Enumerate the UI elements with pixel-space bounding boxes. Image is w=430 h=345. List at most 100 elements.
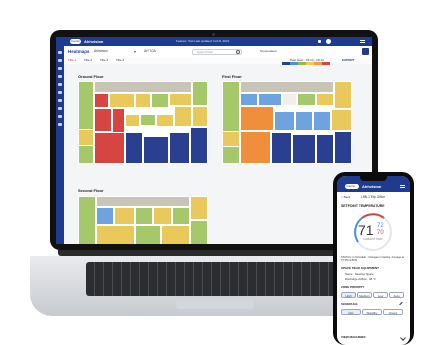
search-input[interactable]: Search floor: [197, 51, 213, 54]
room-zone[interactable]: [169, 92, 193, 106]
room-zone[interactable]: [331, 109, 352, 131]
floor-plan-second[interactable]: [78, 196, 208, 244]
room-zone[interactable]: [297, 92, 316, 106]
room-zone[interactable]: [294, 110, 313, 131]
room-zone[interactable]: [135, 92, 151, 108]
filter-chip[interactable]: Title 1: [68, 59, 76, 62]
list-icon[interactable]: [58, 91, 62, 94]
room-zone[interactable]: [189, 196, 208, 220]
equipment-name: Name · Meeting Space: [345, 272, 374, 276]
room-zone[interactable]: [96, 224, 136, 244]
room-zone[interactable]: [192, 105, 208, 128]
filter-button[interactable]: [362, 48, 369, 55]
room-zone[interactable]: [109, 92, 136, 108]
room-zone[interactable]: [93, 92, 110, 108]
room-zone[interactable]: [140, 114, 156, 126]
alert-icon[interactable]: [58, 75, 62, 78]
room-zone[interactable]: [169, 132, 190, 164]
schedule-option-occ[interactable]: Occ: [341, 309, 361, 315]
account-icon[interactable]: [58, 123, 62, 126]
room-zone[interactable]: [150, 92, 169, 108]
fan-option-low[interactable]: Low: [373, 292, 388, 298]
room-zone[interactable]: [333, 130, 352, 164]
building-icon[interactable]: [58, 83, 62, 86]
room-zone[interactable]: [315, 92, 334, 106]
temperature-toggle[interactable]: Temperature: [260, 50, 277, 53]
room-zone[interactable]: [78, 129, 94, 146]
room-zone[interactable]: [271, 132, 293, 164]
brand-logo: Carrier: [70, 39, 81, 44]
fan-option-medium[interactable]: Medium: [357, 292, 372, 298]
room-zone[interactable]: [93, 132, 125, 164]
edit-icon[interactable]: [399, 301, 403, 306]
room-zone[interactable]: [240, 92, 259, 106]
phone-menu-icon[interactable]: [400, 185, 405, 188]
room-zone[interactable]: [189, 220, 208, 244]
phone-brand-logo: Carrier: [345, 184, 359, 189]
room-zone[interactable]: [124, 132, 143, 164]
room-zone[interactable]: [192, 81, 208, 106]
schedule-option-unocc[interactable]: Unocc: [383, 309, 403, 315]
view-select[interactable]: Ahhvision: [94, 49, 108, 53]
room-zone[interactable]: [96, 196, 190, 207]
chart-icon[interactable]: [58, 67, 62, 70]
room-zone[interactable]: [114, 206, 136, 225]
room-zone[interactable]: [292, 134, 316, 164]
room-zone[interactable]: [174, 105, 193, 128]
fan-option-auto[interactable]: Auto: [389, 292, 404, 298]
home-icon[interactable]: [58, 51, 62, 54]
room-zone[interactable]: [161, 224, 190, 244]
filter-chip[interactable]: Title 2: [84, 59, 92, 62]
room-zone[interactable]: [135, 224, 162, 244]
room-zone[interactable]: [315, 134, 334, 164]
room-zone[interactable]: [313, 110, 332, 131]
floor-plan-ground[interactable]: [78, 81, 208, 164]
room-zone[interactable]: [135, 206, 154, 225]
legend-swatch: [314, 62, 322, 65]
floor-plan-first[interactable]: [222, 81, 352, 164]
room-zone[interactable]: [240, 130, 272, 164]
help-icon[interactable]: [58, 115, 62, 118]
export-button[interactable]: EXPORT: [342, 59, 354, 62]
calendar-icon[interactable]: [58, 99, 62, 102]
setpoint-low[interactable]: 70: [377, 230, 384, 236]
room-zone[interactable]: [333, 81, 352, 110]
equipment-title: SPACE PEAK EQUIPMENT: [341, 266, 379, 270]
map-icon[interactable]: [58, 59, 62, 62]
brand-name: Carrier: [71, 39, 81, 43]
room-zone[interactable]: [153, 206, 172, 225]
room-zone[interactable]: [240, 81, 334, 93]
menu-icon[interactable]: [360, 40, 365, 43]
room-zone[interactable]: [156, 114, 175, 128]
expand-icon[interactable]: [400, 335, 406, 341]
room-zone[interactable]: [274, 110, 295, 131]
setpoint-high[interactable]: 72: [377, 223, 384, 229]
room-zone[interactable]: [189, 127, 208, 164]
filter-chip[interactable]: Title 4: [116, 59, 124, 62]
room-zone[interactable]: [222, 130, 241, 148]
room-zone[interactable]: [78, 196, 97, 244]
metric-select[interactable]: AH TGA: [144, 49, 156, 53]
room-zone[interactable]: [124, 114, 141, 128]
search-field[interactable]: Search floor: [192, 48, 242, 55]
back-link[interactable]: < Back: [341, 196, 350, 199]
fan-option-high[interactable]: High: [341, 292, 356, 298]
room-zone[interactable]: [143, 135, 169, 164]
room-zone[interactable]: [240, 105, 274, 131]
app-header: Carrier Ahhvision Feature: Test Last upd…: [56, 37, 372, 46]
legend-swatch: [298, 62, 306, 65]
room-zone[interactable]: [78, 81, 94, 164]
room-zone[interactable]: [222, 81, 241, 164]
user-avatar[interactable]: [326, 39, 331, 44]
room-zone[interactable]: [93, 107, 112, 133]
room-zone[interactable]: [93, 81, 193, 93]
schedule-option-standby[interactable]: Standby: [362, 309, 382, 315]
search-icon[interactable]: [236, 50, 240, 54]
room-zone[interactable]: [171, 206, 190, 225]
filter-chip[interactable]: Title 3: [100, 59, 108, 62]
room-zone[interactable]: [258, 92, 282, 106]
room-zone[interactable]: [96, 206, 115, 225]
settings-icon[interactable]: [58, 107, 62, 110]
room-zone[interactable]: [281, 92, 298, 106]
bell-icon[interactable]: [318, 40, 321, 43]
